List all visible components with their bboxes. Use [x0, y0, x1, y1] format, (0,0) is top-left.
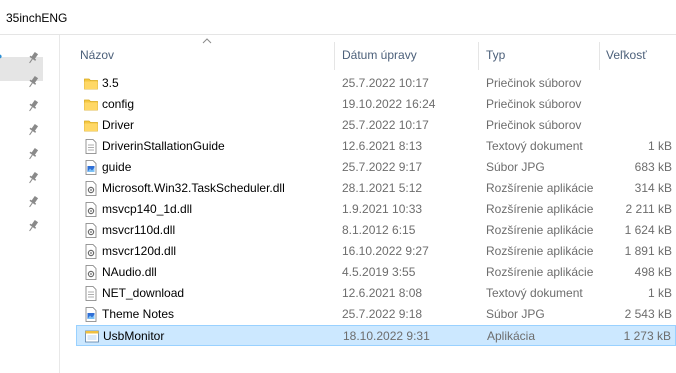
file-row[interactable]: 3.5 25.7.2022 10:17 Priečinok súborov	[76, 73, 676, 94]
column-header-type[interactable]: Typ	[486, 48, 505, 62]
file-row[interactable]: NET_download 12.6.2021 8:08 Textový dokume…	[76, 283, 676, 304]
file-date: 25.7.2022 9:17	[342, 160, 423, 174]
file-date: 19.10.2022 16:24	[342, 97, 436, 111]
nav-pinned-item[interactable]	[0, 167, 59, 191]
file-row[interactable]: Theme Notes 25.7.2022 9:18 Súbor JPG 2 543 …	[76, 304, 676, 325]
file-size: 498 kB	[634, 265, 672, 279]
file-type: Rozšírenie aplikácie	[486, 181, 594, 195]
column-divider[interactable]	[599, 42, 600, 70]
file-size: 683 kB	[634, 160, 672, 174]
file-type: Priečinok súborov	[486, 97, 582, 111]
file-name: NET_download	[102, 286, 185, 300]
file-date: 1.9.2021 10:33	[342, 202, 423, 216]
file-size: 2 211 kB	[625, 202, 672, 216]
sort-ascending-icon	[202, 38, 212, 44]
column-header-name[interactable]: Názov	[80, 48, 114, 62]
file-type: Textový dokument	[486, 286, 583, 300]
file-type: Priečinok súborov	[486, 76, 582, 90]
nav-pinned-item[interactable]	[0, 191, 59, 215]
file-name: Theme Notes	[102, 307, 175, 321]
column-header-date[interactable]: Dátum úpravy	[342, 48, 417, 62]
file-name: Driver	[102, 118, 134, 132]
file-size: 1 kB	[647, 139, 672, 153]
file-name: DriverinStallationGuide	[102, 139, 225, 153]
nav-pinned-item[interactable]	[0, 95, 59, 119]
file-type: Textový dokument	[486, 139, 583, 153]
file-size: 2 543 kB	[624, 307, 672, 321]
file-date: 8.1.2012 6:15	[342, 223, 416, 237]
file-date: 25.7.2022 10:17	[342, 76, 429, 90]
nav-pinned-item[interactable]	[0, 119, 59, 143]
file-row[interactable]: Microsoft.Win32.TaskScheduler.dll 28.1.20…	[76, 178, 676, 199]
file-name: msvcr110d.dll	[102, 223, 176, 237]
nav-pinned-item[interactable]: ●	[0, 47, 59, 71]
file-date: 12.6.2021 8:08	[342, 286, 423, 300]
file-name: msvcp140_1d.dll	[102, 202, 193, 216]
column-header-row: Názov Dátum úpravy Typ Veľkosť	[62, 38, 676, 70]
file-type: Súbor JPG	[486, 307, 545, 321]
file-row[interactable]: DriverinStallationGuide 12.6.2021 8:13 Tex…	[76, 136, 676, 157]
file-date: 16.10.2022 9:27	[342, 244, 429, 258]
file-type: Rozšírenie aplikácie	[486, 202, 594, 216]
file-size: 1 273 kB	[623, 329, 671, 343]
file-type: Rozšírenie aplikácie	[486, 223, 594, 237]
file-size: 1 624 kB	[624, 223, 672, 237]
file-name: msvcr120d.dll	[102, 244, 177, 258]
column-header-size[interactable]: Veľkosť	[606, 48, 647, 62]
column-divider[interactable]	[478, 42, 479, 70]
nav-pinned-item[interactable]	[0, 143, 59, 167]
file-row[interactable]: msvcr110d.dll 8.1.2012 6:15 Rozšírenie apl…	[76, 220, 676, 241]
address-bar[interactable]: 35inchENG	[0, 0, 676, 35]
file-type: Rozšírenie aplikácie	[486, 244, 594, 258]
column-divider[interactable]	[334, 42, 335, 70]
file-size: 1 kB	[647, 286, 672, 300]
file-name: 3.5	[102, 76, 119, 90]
file-type: Súbor JPG	[486, 160, 545, 174]
file-row-selected[interactable]: UsbMonitor 18.10.2022 9:31 Aplikácia 1 273 …	[76, 325, 676, 346]
file-date: 25.7.2022 9:18	[342, 307, 423, 321]
file-name: config	[102, 97, 135, 111]
nav-item-icon-fragment: ●	[0, 51, 2, 61]
file-size: 1 891 kB	[624, 244, 672, 258]
nav-pinned-item[interactable]	[0, 215, 59, 239]
file-list: 3.5 25.7.2022 10:17 Priečinok súborov confi…	[76, 73, 676, 346]
file-type: Rozšírenie aplikácie	[486, 265, 594, 279]
file-row[interactable]: msvcp140_1d.dll 1.9.2021 10:33 Rozšírenie …	[76, 199, 676, 220]
nav-pinned-item[interactable]: ›	[0, 71, 59, 95]
file-row[interactable]: config 19.10.2022 16:24 Priečinok súborov	[76, 94, 676, 115]
file-date: 12.6.2021 8:13	[342, 139, 423, 153]
file-row[interactable]: NAudio.dll 4.5.2019 3:55 Rozšírenie apliká…	[76, 262, 676, 283]
file-name: Microsoft.Win32.TaskScheduler.dll	[102, 181, 285, 195]
file-type: Aplikácia	[487, 329, 536, 343]
file-type: Priečinok súborov	[486, 118, 582, 132]
file-date: 25.7.2022 10:17	[342, 118, 429, 132]
file-date: 18.10.2022 9:31	[343, 329, 430, 343]
file-row[interactable]: Driver 25.7.2022 10:17 Priečinok súborov	[76, 115, 676, 136]
file-name: guide	[102, 160, 132, 174]
file-name: UsbMonitor	[103, 329, 165, 343]
file-name: NAudio.dll	[102, 265, 157, 279]
file-row[interactable]: guide 25.7.2022 9:17 Súbor JPG 683 kB	[76, 157, 676, 178]
file-row[interactable]: msvcr120d.dll 16.10.2022 9:27 Rozšírenie a…	[76, 241, 676, 262]
file-date: 4.5.2019 3:55	[342, 265, 416, 279]
navigation-pane: ●›	[0, 35, 60, 373]
file-size: 314 kB	[634, 181, 672, 195]
file-date: 28.1.2021 5:12	[342, 181, 423, 195]
current-folder-label: 35inchENG	[6, 11, 68, 25]
